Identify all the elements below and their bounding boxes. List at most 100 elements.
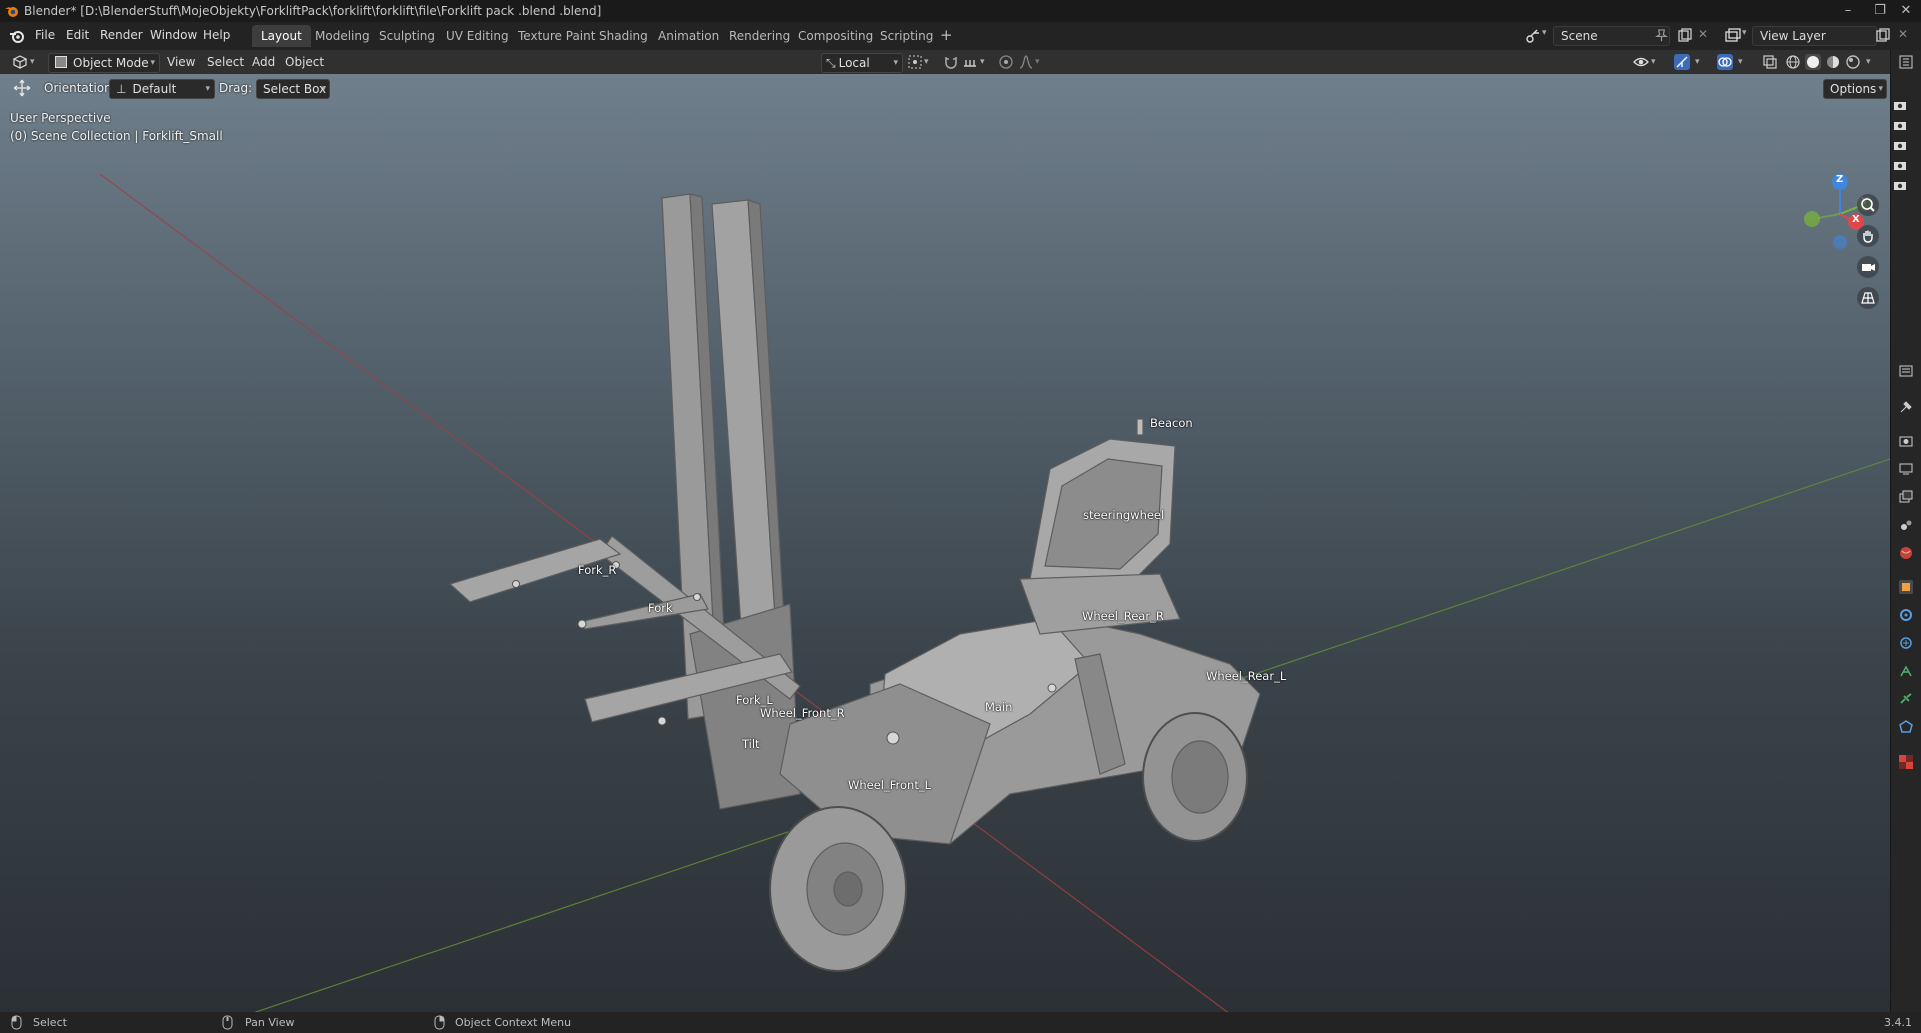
solid-shading-icon[interactable] — [1805, 54, 1821, 70]
render-properties-icon[interactable] — [1899, 434, 1913, 448]
status-hint-context-menu: Object Context Menu — [455, 1016, 572, 1029]
drag-dropdown[interactable]: Select Box ▾ — [256, 79, 330, 99]
chevron-down-icon[interactable]: ▾ — [1738, 53, 1743, 71]
chevron-down-icon[interactable]: ▾ — [1542, 28, 1547, 38]
chevron-down-icon[interactable]: ▾ — [1035, 53, 1040, 71]
snap-magnet-icon[interactable] — [943, 54, 959, 70]
modifier-properties-icon[interactable] — [1899, 608, 1913, 622]
camera-icon[interactable] — [1893, 179, 1907, 191]
world-properties-icon[interactable] — [1899, 546, 1913, 560]
menu-edit[interactable]: Edit — [66, 28, 89, 42]
drag-label: Drag: — [219, 81, 253, 95]
xray-toggle-icon[interactable] — [1762, 54, 1778, 70]
tab-shading[interactable]: Shading — [590, 25, 657, 47]
viewport-scene — [99, 173, 1890, 1012]
menu-render[interactable]: Render — [100, 28, 143, 42]
snap-increment-icon[interactable] — [962, 54, 978, 70]
wireframe-shading-icon[interactable] — [1785, 54, 1801, 70]
tab-sculpting[interactable]: Sculpting — [370, 25, 444, 47]
editor-type-icon[interactable] — [12, 54, 28, 70]
chevron-down-icon[interactable]: ▾ — [1866, 53, 1871, 71]
camera-view-icon[interactable] — [1857, 256, 1879, 278]
version-label: 3.4.1 — [1884, 1016, 1912, 1029]
blender-menu-icon[interactable] — [9, 28, 25, 44]
outliner-toggle-icon[interactable] — [1899, 55, 1913, 69]
object-properties-icon[interactable] — [1899, 580, 1913, 594]
scene-icon[interactable] — [1525, 28, 1541, 44]
object-label-wheel-rear-l: Wheel_Rear_L — [1206, 669, 1287, 683]
close-icon[interactable]: ✕ — [1892, 0, 1920, 22]
3d-viewport[interactable]: Z Y X User Perspective (0) Scene Collect… — [0, 74, 1890, 1012]
tool-properties-icon[interactable] — [1899, 400, 1913, 414]
chevron-down-icon[interactable]: ▾ — [1651, 53, 1656, 71]
pin-icon[interactable] — [1655, 29, 1668, 42]
tab-animation[interactable]: Animation — [649, 25, 728, 47]
camera-icon[interactable] — [1893, 119, 1907, 131]
mode-selector[interactable]: Object Mode ▾ — [48, 53, 160, 73]
camera-icon[interactable] — [1893, 139, 1907, 151]
add-workspace-button[interactable]: + — [940, 26, 953, 44]
tab-scripting[interactable]: Scripting — [871, 25, 942, 47]
orientation-dropdown[interactable]: ⊥ Default ▾ — [109, 79, 215, 99]
chevron-down-icon: ▾ — [205, 84, 210, 94]
forklift-model[interactable] — [448, 193, 1261, 972]
transform-orientation-dropdown[interactable]: ⤡ Local ▾ — [821, 53, 903, 73]
menu-add[interactable]: Add — [252, 53, 275, 71]
pan-hand-icon[interactable] — [1857, 225, 1879, 247]
tab-rendering[interactable]: Rendering — [720, 25, 799, 47]
menu-select[interactable]: Select — [207, 53, 244, 71]
scene-name-field[interactable]: Scene — [1553, 26, 1670, 46]
material-properties-icon[interactable] — [1899, 755, 1913, 769]
chevron-down-icon[interactable]: ▾ — [1742, 28, 1747, 38]
orientation-label: Orientation: — [44, 81, 116, 95]
proportional-editing-icon[interactable] — [998, 54, 1014, 70]
scene-properties-icon[interactable] — [1899, 518, 1913, 532]
delete-view-layer-icon[interactable]: ✕ — [1898, 27, 1908, 41]
delete-scene-icon[interactable]: ✕ — [1698, 27, 1708, 41]
menu-window[interactable]: Window — [150, 28, 197, 42]
tab-uv-editing[interactable]: UV Editing — [437, 25, 518, 47]
material-preview-icon[interactable] — [1825, 54, 1841, 70]
menu-view[interactable]: View — [167, 53, 195, 71]
tab-layout[interactable]: Layout — [252, 25, 311, 47]
perspective-toggle-icon[interactable] — [1857, 287, 1879, 309]
constraint-properties-icon[interactable] — [1899, 692, 1913, 706]
pivot-point-icon[interactable] — [907, 54, 923, 70]
rendered-shading-icon[interactable] — [1845, 54, 1861, 70]
view-layer-icon[interactable] — [1725, 28, 1741, 44]
falloff-curve-icon[interactable] — [1018, 54, 1034, 70]
data-properties-icon[interactable] — [1899, 720, 1913, 734]
chevron-down-icon: ▾ — [150, 58, 155, 68]
object-label-fork-l: Fork_L — [736, 693, 773, 707]
particles-properties-icon[interactable] — [1899, 636, 1913, 650]
chevron-down-icon[interactable]: ▾ — [30, 53, 35, 71]
orientation-icon: ⤡ — [826, 56, 836, 70]
chevron-down-icon[interactable]: ▾ — [924, 53, 929, 71]
menu-file[interactable]: File — [35, 28, 55, 42]
minimize-icon[interactable]: – — [1828, 0, 1868, 22]
physics-properties-icon[interactable] — [1899, 664, 1913, 678]
chevron-down-icon[interactable]: ▾ — [1695, 53, 1700, 71]
status-hint-pan-view: Pan View — [245, 1016, 295, 1029]
view-layer-properties-icon[interactable] — [1899, 490, 1913, 504]
menu-help[interactable]: Help — [203, 28, 230, 42]
chevron-down-icon[interactable]: ▾ — [980, 53, 985, 71]
output-properties-icon[interactable] — [1899, 462, 1913, 476]
transform-tool-icon[interactable] — [13, 79, 31, 97]
new-view-layer-icon[interactable] — [1875, 28, 1890, 43]
properties-editor-icon[interactable] — [1899, 364, 1913, 378]
overlays-toggle-icon[interactable] — [1717, 54, 1733, 70]
selectability-visibility-icon[interactable] — [1633, 54, 1649, 70]
options-dropdown[interactable]: Options ▾ — [1823, 79, 1887, 99]
menu-object[interactable]: Object — [285, 53, 324, 71]
view-layer-name-field[interactable]: View Layer — [1752, 26, 1877, 46]
tab-compositing[interactable]: Compositing — [789, 25, 882, 47]
new-scene-icon[interactable] — [1677, 28, 1692, 43]
camera-icon[interactable] — [1893, 159, 1907, 171]
zoom-icon[interactable] — [1857, 194, 1879, 216]
restore-icon[interactable]: ❐ — [1868, 0, 1892, 22]
tab-modeling[interactable]: Modeling — [306, 25, 379, 47]
object-label-tilt: Tilt — [742, 737, 760, 751]
gizmo-toggle-icon[interactable] — [1674, 54, 1690, 70]
camera-icon[interactable] — [1893, 99, 1907, 111]
